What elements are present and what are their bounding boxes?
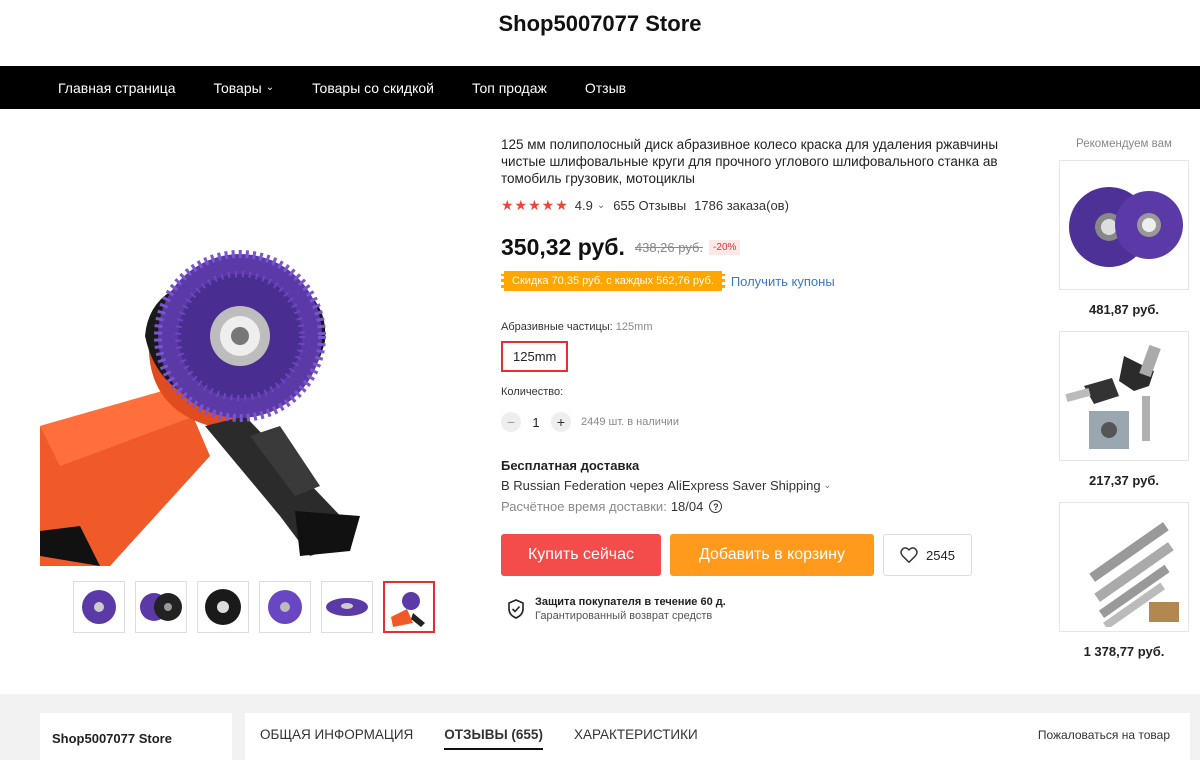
heart-icon — [900, 547, 918, 563]
thumbnail-6[interactable] — [383, 581, 435, 633]
reviews-count[interactable]: 655 Отзывы — [613, 198, 686, 213]
product-title: 125 мм полиполосный диск абразивное коле… — [501, 137, 999, 186]
recommend-title: Рекомендуем вам — [1076, 138, 1172, 150]
protection-title: Защита покупателя в течение 60 д. — [535, 596, 726, 608]
nav-top-sales-label: Топ продаж — [471, 79, 547, 96]
recommend-item-2[interactable] — [1059, 331, 1189, 461]
nav-top-sales[interactable]: Топ продаж — [472, 80, 547, 96]
tab-specs[interactable]: ХАРАКТЕРИСТИКИ — [574, 727, 698, 748]
nav-feedback-label: Отзыв — [584, 79, 627, 96]
delivery-label: Расчётное время доставки: — [501, 499, 667, 514]
star-rating-icon: ★★★★★ — [501, 197, 569, 213]
recommend-item-3[interactable] — [1059, 502, 1189, 632]
coupon-badge: Скидка 70,35 руб. с каждых 562,76 руб. — [501, 271, 725, 291]
increase-qty-button[interactable]: + — [551, 412, 571, 432]
nav-home[interactable]: Главная страница — [58, 80, 176, 96]
add-to-cart-button[interactable]: Добавить в корзину — [670, 534, 874, 576]
discount-badge: -20% — [709, 240, 741, 255]
main-nav: Главная страница Товары ⌄ Товары со скидк… — [0, 66, 1200, 109]
attribute-label: Абразивные частицы: 125mm — [501, 321, 1041, 333]
chevron-down-icon: ⌄ — [823, 480, 832, 490]
quantity-label: Количество: — [501, 386, 564, 398]
shipping-method[interactable]: В Russian Federation через AliExpress Sa… — [501, 478, 1041, 493]
attribute-label-text: Абразивные частицы: — [501, 321, 613, 333]
action-buttons: Купить сейчас Добавить в корзину 2545 — [501, 534, 1041, 576]
decrease-qty-button[interactable]: − — [501, 412, 521, 432]
thumbnail-1[interactable] — [73, 581, 125, 633]
bottom-section: Shop5007077 Store ОБЩАЯ ИНФОРМАЦИЯ ОТЗЫВ… — [0, 694, 1200, 773]
shield-check-icon — [508, 599, 524, 619]
price-row: 350,32 руб. 438,26 руб. -20% — [501, 234, 1041, 261]
wishlist-count: 2545 — [926, 547, 955, 563]
delivery-estimate: Расчётное время доставки: 18/04 ? — [501, 499, 1041, 514]
rating-row: ★★★★★ 4.9 ⌄ 655 Отзывы 1786 заказа(ов) — [501, 197, 1041, 214]
help-icon[interactable]: ? — [709, 500, 723, 513]
thumbnail-2[interactable] — [135, 581, 187, 633]
wishlist-button[interactable]: 2545 — [883, 534, 972, 576]
buy-now-button[interactable]: Купить сейчас — [501, 534, 661, 576]
protection-subtitle: Гарантированный возврат средств — [535, 610, 713, 622]
store-header: Shop5007077 Store — [0, 0, 1200, 66]
store-sidebar-name[interactable]: Shop5007077 Store — [40, 713, 232, 773]
store-title[interactable]: Shop5007077 Store — [499, 11, 702, 37]
nav-home-label: Главная страница — [58, 79, 176, 96]
coupon-row: Скидка 70,35 руб. с каждых 562,76 руб. П… — [501, 271, 1041, 291]
attribute-selected-value: 125mm — [615, 321, 653, 333]
shipping-method-text: В Russian Federation через AliExpress Sa… — [501, 478, 821, 493]
recommend-item-1[interactable] — [1059, 160, 1189, 290]
orders-count: 1786 заказа(ов) — [694, 198, 789, 213]
stock-count: 2449 шт. в наличии — [581, 416, 679, 428]
thumbnail-3[interactable] — [197, 581, 249, 633]
recommendations: Рекомендуем вам 481,87 руб. 217,37 руб. — [1059, 138, 1189, 659]
recommend-price-1: 481,87 руб. — [1088, 302, 1159, 317]
main-product-image[interactable] — [40, 126, 470, 566]
quantity-value[interactable]: 1 — [521, 415, 551, 430]
thumbnail-4[interactable] — [259, 581, 311, 633]
old-price: 438,26 руб. — [634, 240, 704, 255]
nav-discounts[interactable]: Товары со скидкой — [312, 80, 434, 96]
thumbnail-5[interactable] — [321, 581, 373, 633]
product-info: 125 мм полиполосный диск абразивное коле… — [501, 136, 1041, 622]
rating-value[interactable]: 4.9 — [575, 198, 593, 213]
buyer-protection: Защита покупателя в течение 60 д. Гарант… — [507, 596, 1041, 622]
recommend-price-2: 217,37 руб. — [1088, 473, 1159, 488]
quantity-stepper: − 1 + 2449 шт. в наличии — [501, 412, 1041, 432]
recommend-price-3: 1 378,77 руб. — [1083, 644, 1165, 659]
chevron-down-icon: ⌄ — [265, 82, 275, 93]
report-link[interactable]: Пожаловаться на товар — [1038, 728, 1170, 742]
thumbnail-strip — [73, 581, 435, 633]
shipping-title: Бесплатная доставка — [501, 458, 640, 473]
nav-feedback[interactable]: Отзыв — [585, 80, 626, 96]
delivery-date: 18/04 — [670, 499, 704, 514]
nav-products[interactable]: Товары ⌄ — [214, 80, 275, 96]
tab-reviews[interactable]: ОТЗЫВЫ (655) — [444, 727, 543, 750]
product-tabs: ОБЩАЯ ИНФОРМАЦИЯ ОТЗЫВЫ (655) ХАРАКТЕРИС… — [245, 713, 1190, 773]
get-coupons-link[interactable]: Получить купоны — [731, 274, 835, 289]
nav-discounts-label: Товары со скидкой — [312, 79, 434, 96]
sku-option-125mm[interactable]: 125mm — [501, 341, 569, 372]
chevron-down-icon[interactable]: ⌄ — [597, 200, 605, 211]
current-price: 350,32 руб. — [501, 234, 625, 260]
nav-products-label: Товары — [213, 79, 262, 96]
tab-overview[interactable]: ОБЩАЯ ИНФОРМАЦИЯ — [260, 727, 413, 748]
